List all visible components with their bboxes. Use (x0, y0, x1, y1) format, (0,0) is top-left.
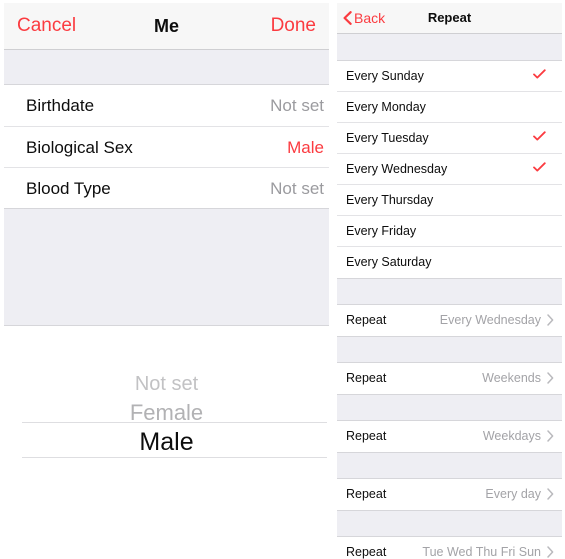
picker-option-female[interactable]: Female (4, 402, 329, 424)
table-row-repeat-custom-days[interactable]: Repeat Tue Wed Thu Fri Sun (337, 537, 562, 559)
me-profile-panel: Cancel Me Done Birthdate Not set Biologi… (4, 3, 329, 559)
list-item-every-saturday[interactable]: Every Saturday (337, 247, 562, 278)
row-value: Every Wednesday (439, 313, 541, 327)
list-item-every-monday[interactable]: Every Monday (337, 92, 562, 123)
row-value: Weekdays (482, 429, 541, 443)
section-gap-days-top (337, 34, 562, 61)
row-label: Repeat (346, 313, 387, 327)
row-label: Birthdate (26, 96, 95, 115)
repeat-navigation-bar: Back Repeat (337, 3, 562, 34)
table-row-repeat-every-wednesday[interactable]: Repeat Every Wednesday (337, 305, 562, 336)
picker-selection-line-bottom (22, 457, 327, 458)
chevron-right-icon (547, 430, 554, 442)
row-label: Blood Type (26, 179, 111, 198)
table-row-repeat-weekends[interactable]: Repeat Weekends (337, 363, 562, 394)
day-label: Every Tuesday (346, 131, 429, 145)
row-value: Weekends (482, 371, 541, 385)
row-value: Not set (270, 96, 324, 115)
row-label: Repeat (346, 371, 387, 385)
day-label: Every Monday (346, 100, 426, 114)
repeat-panel: Back Repeat Every Sunday Every Monday Ev… (337, 3, 562, 559)
chevron-right-icon (547, 314, 554, 326)
chevron-right-icon (547, 546, 554, 558)
row-label: Biological Sex (26, 138, 133, 157)
row-value: Every day (485, 487, 541, 501)
list-item-every-tuesday[interactable]: Every Tuesday (337, 123, 562, 154)
table-row-blood-type[interactable]: Blood Type Not set (4, 167, 329, 208)
me-navigation-bar: Cancel Me Done (4, 3, 329, 50)
row-label: Repeat (346, 487, 387, 501)
repeat-page-title: Repeat (427, 10, 472, 25)
checkmark-icon (533, 69, 546, 80)
section-gap-3 (337, 394, 562, 421)
picker-option-not-set[interactable]: Not set (4, 374, 329, 394)
day-label: Every Saturday (346, 255, 432, 269)
row-value: Male (287, 138, 324, 157)
table-row-repeat-weekdays[interactable]: Repeat Weekdays (337, 421, 562, 452)
day-label: Every Thursday (346, 193, 434, 207)
table-row-birthdate[interactable]: Birthdate Not set (4, 85, 329, 126)
picker-selection-line-top (22, 422, 327, 423)
section-gap-1 (337, 278, 562, 305)
list-item-every-friday[interactable]: Every Friday (337, 216, 562, 247)
row-label: Repeat (346, 429, 387, 443)
me-fields-list: Birthdate Not set Biological Sex Male Bl… (4, 85, 329, 208)
day-label: Every Friday (346, 224, 417, 238)
day-label: Every Wednesday (346, 162, 448, 176)
checkmark-icon (533, 131, 546, 142)
row-label: Repeat (346, 545, 387, 559)
list-item-every-wednesday[interactable]: Every Wednesday (337, 154, 562, 185)
chevron-right-icon (547, 488, 554, 500)
row-value: Not set (270, 179, 324, 198)
section-gap-2 (337, 336, 562, 363)
biological-sex-picker[interactable]: Not set Female Male (4, 326, 329, 548)
section-gap-large (4, 208, 329, 326)
chevron-right-icon (547, 372, 554, 384)
row-value: Tue Wed Thu Fri Sun (422, 545, 541, 559)
list-item-every-thursday[interactable]: Every Thursday (337, 185, 562, 216)
repeat-days-list: Every Sunday Every Monday Every Tuesday (337, 61, 562, 278)
section-gap-4 (337, 452, 562, 479)
section-gap-5 (337, 510, 562, 537)
picker-option-male-selected[interactable]: Male (4, 430, 329, 455)
screenshot-root: Cancel Me Done Birthdate Not set Biologi… (0, 0, 565, 559)
section-gap-top (4, 50, 329, 85)
checkmark-icon (533, 162, 546, 173)
list-item-every-sunday[interactable]: Every Sunday (337, 61, 562, 92)
table-row-repeat-every-day[interactable]: Repeat Every day (337, 479, 562, 510)
day-label: Every Sunday (346, 69, 424, 83)
table-row-biological-sex[interactable]: Biological Sex Male (4, 126, 329, 167)
done-button[interactable]: Done (271, 14, 316, 38)
